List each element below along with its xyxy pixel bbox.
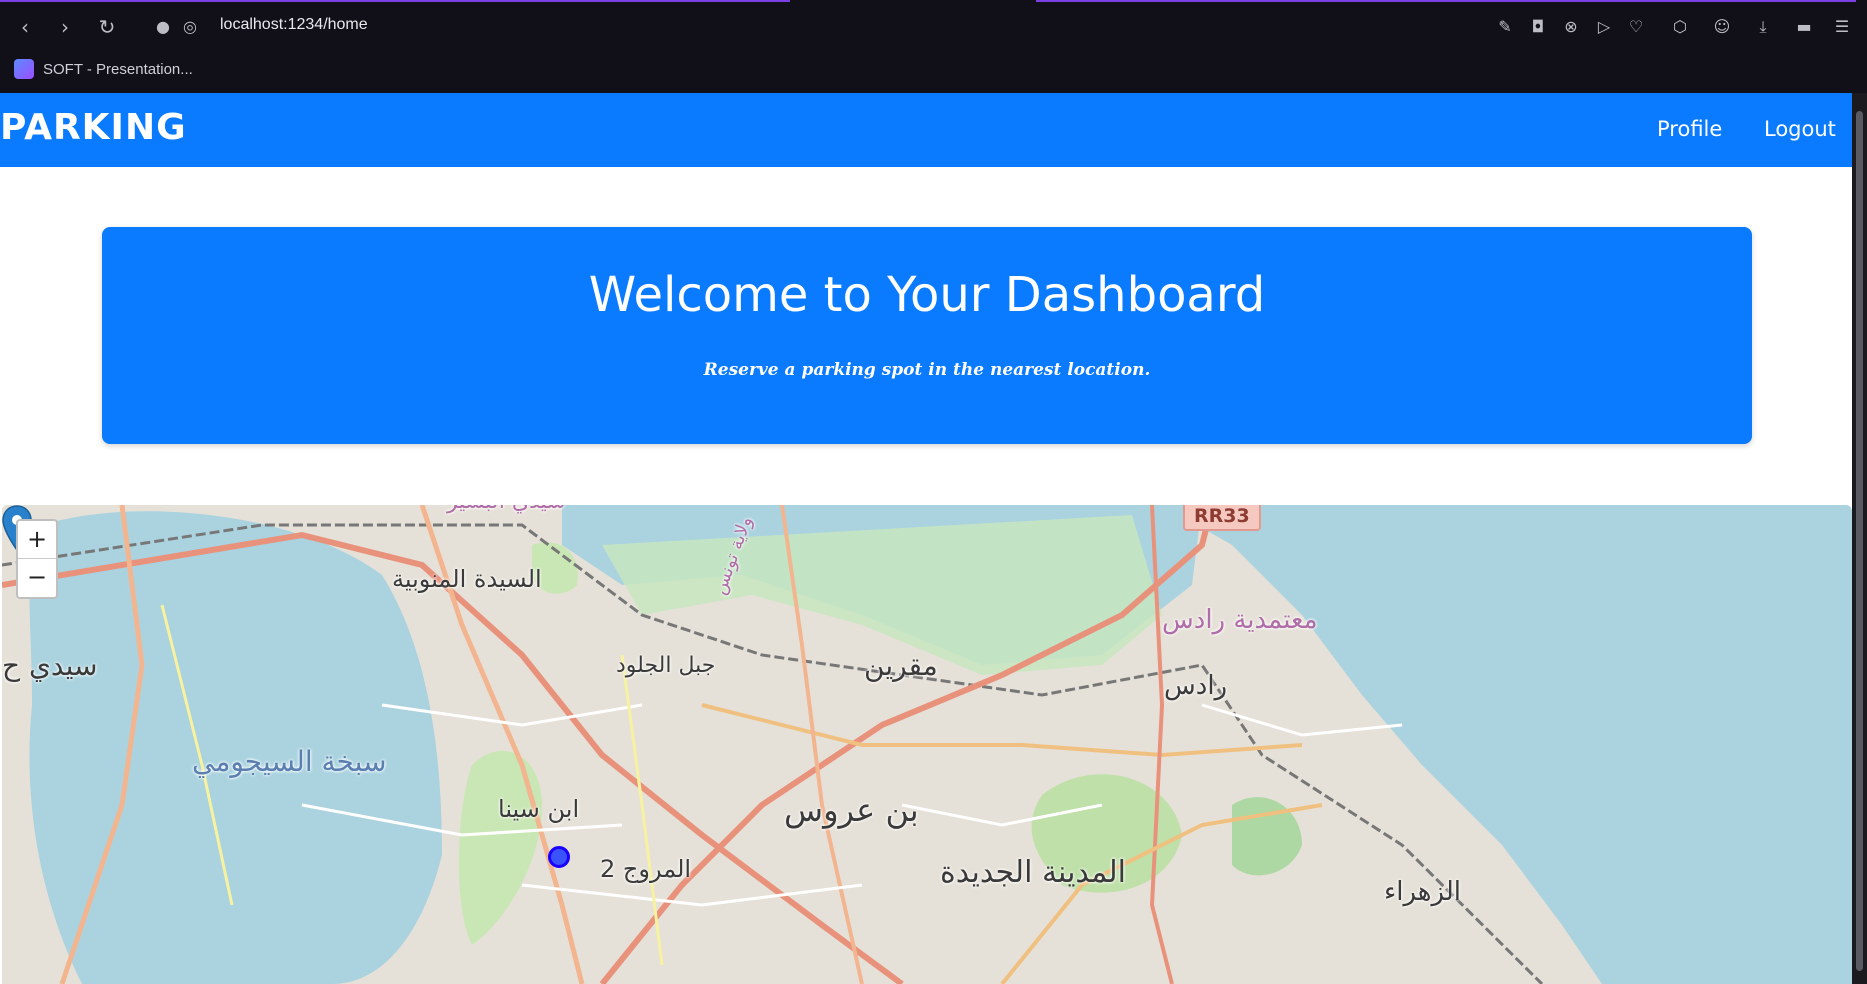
- zoom-out-button[interactable]: −: [18, 558, 56, 596]
- user-location-marker[interactable]: [548, 846, 570, 868]
- bookmark-favicon-icon: [14, 59, 34, 79]
- address-bar[interactable]: localhost:1234/home: [220, 16, 368, 34]
- map-label: سبخة السيجومي: [192, 745, 387, 778]
- download-icon[interactable]: ⤓: [1751, 15, 1775, 39]
- profile-link[interactable]: Profile: [1657, 117, 1722, 141]
- map-label: معتمدية رادس: [1162, 605, 1318, 635]
- map-label: المدينة الجديدة: [940, 855, 1126, 890]
- road-shield: RR33: [1183, 505, 1261, 531]
- page-scrollbar[interactable]: [1852, 93, 1867, 984]
- map-label: سيدي ح: [2, 649, 98, 682]
- page-subtitle: Reserve a parking spot in the nearest lo…: [703, 360, 1151, 380]
- map-view[interactable]: RR33 سيدي البشير ولاية تونس السيدة المنو…: [2, 505, 1852, 984]
- map-label: السيدة المنوبية: [392, 565, 542, 593]
- map-label: الزهراء: [1384, 877, 1461, 907]
- globe-icon[interactable]: ◎: [177, 14, 203, 40]
- map-label: سيدي البشير: [447, 505, 566, 514]
- map-label: جبل الجلود: [616, 653, 716, 678]
- app-navbar: PARKING Profile Logout: [0, 93, 1852, 167]
- bookmark-label: SOFT - Presentation...: [43, 60, 193, 78]
- zoom-control: + −: [16, 519, 58, 599]
- map-label: المروج 2: [600, 855, 692, 883]
- battery-icon[interactable]: ▬: [1792, 15, 1816, 39]
- logout-link[interactable]: Logout: [1764, 117, 1836, 141]
- settings-sliders-icon[interactable]: ☰: [1830, 15, 1854, 39]
- back-icon[interactable]: ‹: [12, 14, 38, 40]
- scrollbar-thumb[interactable]: [1856, 111, 1863, 971]
- camera-icon[interactable]: ◘: [1526, 15, 1550, 39]
- block-icon[interactable]: ⊗: [1559, 15, 1583, 39]
- brand-logo[interactable]: PARKING: [0, 107, 187, 148]
- reload-icon[interactable]: ↻: [94, 14, 120, 40]
- location-pin-icon[interactable]: ●: [150, 14, 176, 40]
- account-icon[interactable]: ☺: [1710, 15, 1734, 39]
- tab-accent: [1036, 0, 1856, 2]
- tab-accent: [0, 0, 790, 2]
- send-icon[interactable]: ▷: [1592, 15, 1616, 39]
- forward-icon[interactable]: ›: [52, 14, 78, 40]
- cube-icon[interactable]: ⬡: [1668, 15, 1692, 39]
- map-label: بن عروس: [784, 791, 919, 829]
- zoom-in-button[interactable]: +: [18, 521, 56, 558]
- map-label: مقرين: [864, 649, 938, 682]
- map-label: ابن سينا: [498, 795, 580, 823]
- browser-chrome: ‹ › ↻ ● ◎ localhost:1234/home ✎ ◘ ⊗ ▷ ♡ …: [0, 0, 1867, 93]
- heart-icon[interactable]: ♡: [1624, 15, 1648, 39]
- welcome-banner: Welcome to Your Dashboard Reserve a park…: [102, 227, 1752, 444]
- bookmark-item[interactable]: SOFT - Presentation...: [14, 57, 193, 81]
- page-title: Welcome to Your Dashboard: [588, 267, 1266, 323]
- edit-icon[interactable]: ✎: [1493, 15, 1517, 39]
- map-label: رادس: [1164, 671, 1228, 701]
